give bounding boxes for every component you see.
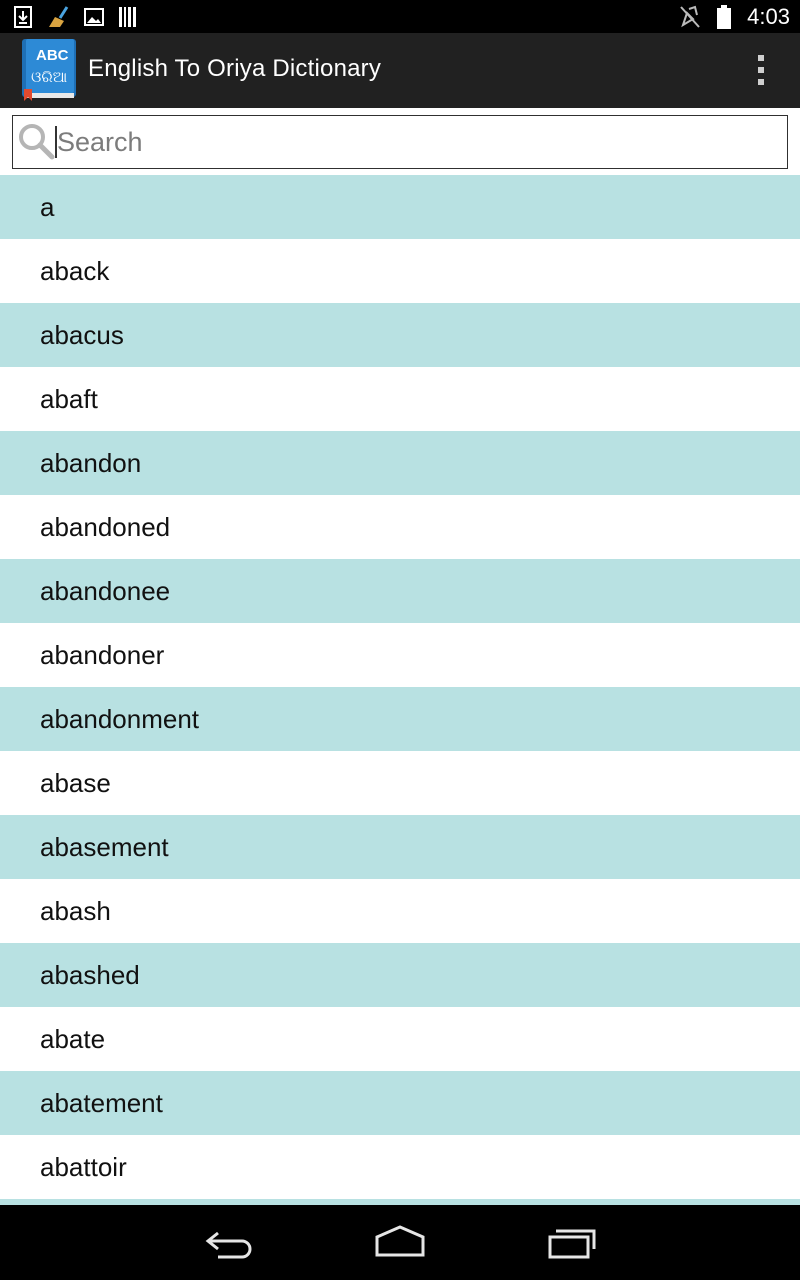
overflow-dot xyxy=(758,55,764,61)
recents-icon[interactable] xyxy=(546,1223,598,1263)
list-item[interactable]: abandonment xyxy=(0,687,800,751)
search-box[interactable] xyxy=(12,115,788,169)
list-item[interactable]: abase xyxy=(0,751,800,815)
search-icon xyxy=(19,124,55,160)
logo-text: ABC xyxy=(36,47,69,64)
navigation-bar xyxy=(0,1205,800,1280)
list-item[interactable]: abandon xyxy=(0,431,800,495)
cleaner-icon xyxy=(49,6,69,27)
list-item[interactable]: abash xyxy=(0,879,800,943)
app-title: English To Oriya Dictionary xyxy=(88,55,382,82)
muted-icon xyxy=(680,5,700,28)
list-item[interactable]: abacus xyxy=(0,303,800,367)
list-item[interactable]: abandonee xyxy=(0,559,800,623)
word-list: a aback abacus abaft abandon abandoned a… xyxy=(0,175,800,1205)
overflow-menu-button[interactable] xyxy=(756,55,766,85)
overflow-dot xyxy=(758,67,764,73)
image-icon xyxy=(84,8,104,26)
list-item[interactable]: a xyxy=(0,175,800,239)
list-item[interactable]: abattoir xyxy=(0,1135,800,1199)
barcode-icon xyxy=(119,7,136,27)
status-time: 4:03 xyxy=(747,4,790,29)
search-input[interactable] xyxy=(57,124,757,160)
status-left-icons xyxy=(14,5,138,29)
list-item[interactable]: abaft xyxy=(0,367,800,431)
list-item[interactable]: abashed xyxy=(0,943,800,1007)
battery-icon xyxy=(717,5,732,29)
overflow-dot xyxy=(758,79,764,85)
list-item[interactable]: aback xyxy=(0,239,800,303)
list-item[interactable]: abasement xyxy=(0,815,800,879)
action-bar: ABC ଓରିଆ English To Oriya Dictionary xyxy=(0,33,800,109)
list-item[interactable]: abandoner xyxy=(0,623,800,687)
search-bar xyxy=(0,108,800,176)
download-icon xyxy=(14,6,32,28)
status-right-icons: 4:03 xyxy=(679,4,790,30)
list-item[interactable]: abatement xyxy=(0,1071,800,1135)
list-item[interactable]: abate xyxy=(0,1007,800,1071)
logo-subtext: ଓରିଆ xyxy=(31,69,68,86)
back-icon[interactable] xyxy=(204,1223,256,1263)
home-icon[interactable] xyxy=(374,1223,426,1263)
list-item[interactable]: abandoned xyxy=(0,495,800,559)
status-bar: 4:03 xyxy=(0,0,800,33)
